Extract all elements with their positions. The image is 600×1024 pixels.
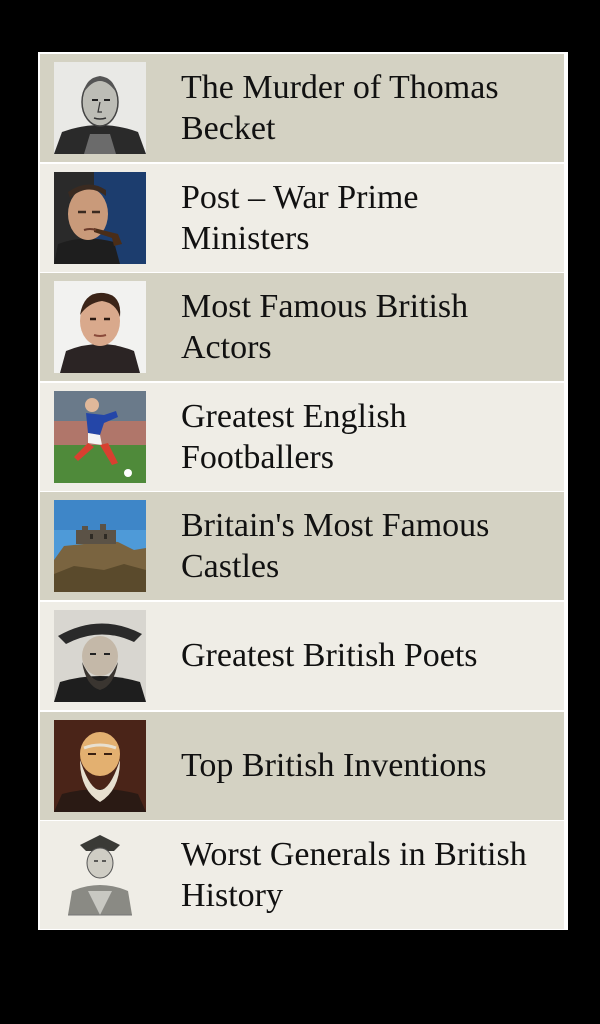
thomas-becket-portrait-icon [54, 62, 146, 154]
list-item-famous-british-actors[interactable]: Most Famous British Actors [40, 273, 564, 382]
list-item-famous-castles[interactable]: Britain's Most Famous Castles [40, 492, 564, 601]
list-item-british-inventions[interactable]: Top British Inventions [40, 711, 564, 820]
general-engraving-icon [54, 829, 146, 922]
topic-title: Greatest British Poets [181, 637, 478, 675]
topic-title: Post – War Prime Ministers [181, 178, 419, 257]
poet-portrait-icon [54, 609, 146, 702]
prime-minister-pipe-portrait-icon [54, 171, 146, 264]
app-screen: The Murder of Thomas Becket Post – War P… [0, 0, 600, 1024]
list-item-post-war-prime-ministers[interactable]: Post – War Prime Ministers [40, 163, 564, 272]
actor-portrait-icon [54, 281, 146, 374]
topic-title: Greatest English Footballers [181, 397, 407, 476]
list-item-thomas-becket[interactable]: The Murder of Thomas Becket [40, 54, 564, 162]
topic-list-frame: The Murder of Thomas Becket Post – War P… [38, 52, 568, 930]
topic-title: Top British Inventions [181, 747, 487, 785]
topic-list: The Murder of Thomas Becket Post – War P… [40, 54, 564, 930]
list-item-worst-generals[interactable]: Worst Generals in British History [40, 821, 564, 930]
footballer-photo-icon [54, 390, 146, 483]
topic-title: Worst Generals in British History [181, 836, 527, 915]
topic-title: Most Famous British Actors [181, 288, 469, 367]
inventor-portrait-icon [54, 719, 146, 812]
castle-photo-icon [54, 500, 146, 593]
topic-title: The Murder of Thomas Becket [181, 69, 499, 147]
topic-title: Britain's Most Famous Castles [181, 507, 490, 586]
list-item-english-footballers[interactable]: Greatest English Footballers [40, 382, 564, 491]
list-item-british-poets[interactable]: Greatest British Poets [40, 601, 564, 710]
